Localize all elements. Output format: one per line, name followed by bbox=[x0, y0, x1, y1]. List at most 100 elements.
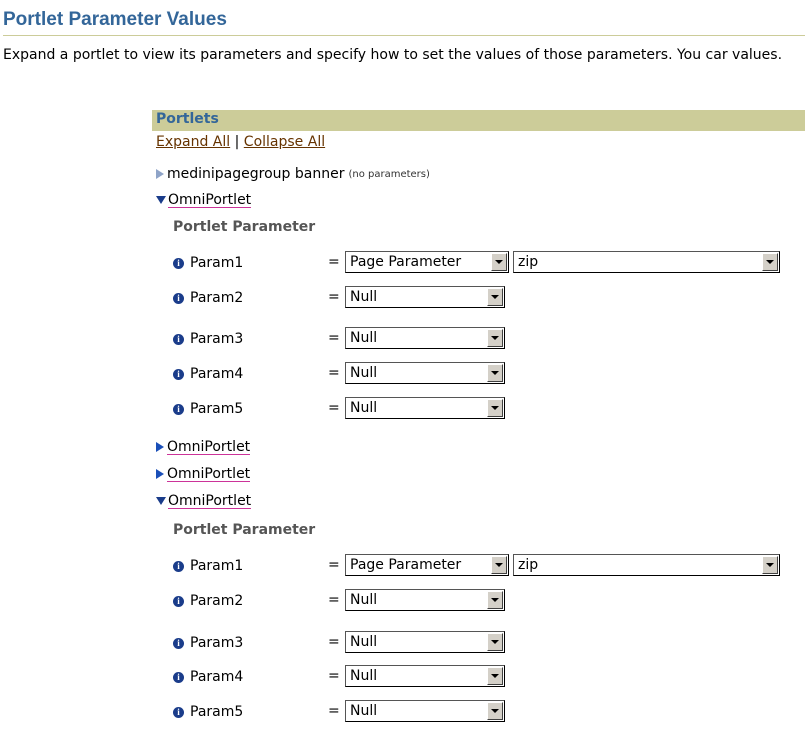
param-type-select[interactable]: Null bbox=[345, 665, 505, 687]
portlet-item-banner: medinipagegroup banner (no parameters) bbox=[156, 164, 430, 184]
select-value: Page Parameter bbox=[350, 557, 462, 573]
expand-collapse-row: Expand All | Collapse All bbox=[156, 134, 325, 150]
equals-sign: = bbox=[328, 400, 340, 416]
param-name: Param5 bbox=[190, 704, 244, 720]
select-value: Null bbox=[350, 289, 378, 305]
info-icon[interactable]: i bbox=[173, 595, 184, 607]
select-value: Null bbox=[350, 400, 378, 416]
chevron-down-icon[interactable] bbox=[487, 591, 503, 609]
param-row-param4: i Param4 = Null bbox=[173, 665, 505, 689]
param-type-select[interactable]: Null bbox=[345, 631, 505, 653]
equals-sign: = bbox=[328, 703, 340, 719]
portlet-label: medinipagegroup banner bbox=[167, 166, 345, 182]
equals-sign: = bbox=[328, 634, 340, 650]
portlets-header: Portlets bbox=[152, 110, 805, 131]
param-type-select[interactable]: Null bbox=[345, 362, 505, 384]
info-icon[interactable]: i bbox=[173, 671, 184, 683]
link-separator: | bbox=[234, 134, 240, 150]
info-icon[interactable]: i bbox=[173, 292, 184, 304]
param-type-select[interactable]: Null bbox=[345, 286, 505, 308]
param-name: Param4 bbox=[190, 669, 244, 685]
param-type-select[interactable]: Null bbox=[345, 700, 505, 722]
chevron-down-icon[interactable] bbox=[762, 556, 778, 574]
param-type-select[interactable]: Page Parameter bbox=[345, 554, 509, 576]
select-value: Null bbox=[350, 365, 378, 381]
chevron-down-icon[interactable] bbox=[762, 253, 778, 271]
triangle-right-icon[interactable] bbox=[156, 442, 164, 452]
param-name: Param4 bbox=[190, 366, 244, 382]
param-row-param3: i Param3 = Null bbox=[173, 631, 505, 655]
portlet-item-omniportlet-1[interactable]: OmniPortlet bbox=[156, 190, 252, 210]
equals-sign: = bbox=[328, 557, 340, 573]
param-name: Param2 bbox=[190, 593, 244, 609]
portlet-item-omniportlet-3[interactable]: OmniPortlet bbox=[156, 464, 251, 484]
equals-sign: = bbox=[328, 330, 340, 346]
portlet-item-omniportlet-4[interactable]: OmniPortlet bbox=[156, 491, 252, 511]
equals-sign: = bbox=[328, 592, 340, 608]
param-name: Param1 bbox=[190, 558, 244, 574]
portlet-link[interactable]: OmniPortlet bbox=[167, 467, 251, 482]
triangle-right-icon[interactable] bbox=[156, 469, 164, 479]
info-icon[interactable]: i bbox=[173, 403, 184, 415]
page-title: Portlet Parameter Values bbox=[3, 9, 227, 30]
info-icon[interactable]: i bbox=[173, 560, 184, 572]
expand-all-link[interactable]: Expand All bbox=[156, 134, 230, 150]
portlets-header-label: Portlets bbox=[156, 111, 219, 127]
chevron-down-icon[interactable] bbox=[487, 399, 503, 417]
info-icon[interactable]: i bbox=[173, 637, 184, 649]
param-type-select[interactable]: Null bbox=[345, 589, 505, 611]
info-icon[interactable]: i bbox=[173, 706, 184, 718]
param-type-select[interactable]: Null bbox=[345, 327, 505, 349]
triangle-down-icon[interactable] bbox=[156, 497, 166, 505]
portlet-parameter-header: Portlet Parameter bbox=[173, 219, 316, 235]
portlet-parameter-header: Portlet Parameter bbox=[173, 522, 316, 538]
param-name: Param3 bbox=[190, 635, 244, 651]
chevron-down-icon[interactable] bbox=[491, 556, 507, 574]
info-icon[interactable]: i bbox=[173, 257, 184, 269]
no-parameters-note: (no parameters) bbox=[348, 168, 430, 180]
equals-sign: = bbox=[328, 365, 340, 381]
param-row-param1: i Param1 = Page Parameter zip bbox=[173, 554, 780, 578]
param-type-select[interactable]: Page Parameter bbox=[345, 251, 509, 273]
chevron-down-icon[interactable] bbox=[491, 253, 507, 271]
portlet-link[interactable]: OmniPortlet bbox=[168, 193, 252, 208]
portlet-item-omniportlet-2[interactable]: OmniPortlet bbox=[156, 437, 251, 457]
info-icon[interactable]: i bbox=[173, 368, 184, 380]
triangle-down-icon[interactable] bbox=[156, 196, 166, 204]
chevron-down-icon[interactable] bbox=[487, 667, 503, 685]
portlet-link[interactable]: OmniPortlet bbox=[167, 440, 251, 455]
equals-sign: = bbox=[328, 254, 340, 270]
title-divider bbox=[3, 35, 805, 36]
select-value: Null bbox=[350, 668, 378, 684]
param-row-param5: i Param5 = Null bbox=[173, 700, 505, 724]
param-row-param4: i Param4 = Null bbox=[173, 362, 505, 386]
triangle-right-icon bbox=[156, 169, 164, 179]
equals-sign: = bbox=[328, 289, 340, 305]
param-name: Param1 bbox=[190, 255, 244, 271]
param-value-select[interactable]: zip bbox=[513, 251, 780, 273]
param-row-param3: i Param3 = Null bbox=[173, 327, 505, 351]
equals-sign: = bbox=[328, 668, 340, 684]
param-name: Param5 bbox=[190, 401, 244, 417]
param-value-select[interactable]: zip bbox=[513, 554, 780, 576]
select-value: Null bbox=[350, 592, 378, 608]
info-icon[interactable]: i bbox=[173, 333, 184, 345]
select-value: Null bbox=[350, 634, 378, 650]
chevron-down-icon[interactable] bbox=[487, 288, 503, 306]
select-value: Null bbox=[350, 703, 378, 719]
chevron-down-icon[interactable] bbox=[487, 633, 503, 651]
select-value: zip bbox=[518, 557, 539, 573]
param-name: Param3 bbox=[190, 331, 244, 347]
chevron-down-icon[interactable] bbox=[487, 364, 503, 382]
portlet-link[interactable]: OmniPortlet bbox=[168, 494, 252, 509]
param-type-select[interactable]: Null bbox=[345, 397, 505, 419]
select-value: zip bbox=[518, 254, 539, 270]
collapse-all-link[interactable]: Collapse All bbox=[244, 134, 325, 150]
param-row-param5: i Param5 = Null bbox=[173, 397, 505, 421]
chevron-down-icon[interactable] bbox=[487, 702, 503, 720]
select-value: Null bbox=[350, 330, 378, 346]
param-name: Param2 bbox=[190, 290, 244, 306]
chevron-down-icon[interactable] bbox=[487, 329, 503, 347]
param-row-param2: i Param2 = Null bbox=[173, 286, 505, 310]
param-row-param1: i Param1 = Page Parameter zip bbox=[173, 251, 780, 275]
